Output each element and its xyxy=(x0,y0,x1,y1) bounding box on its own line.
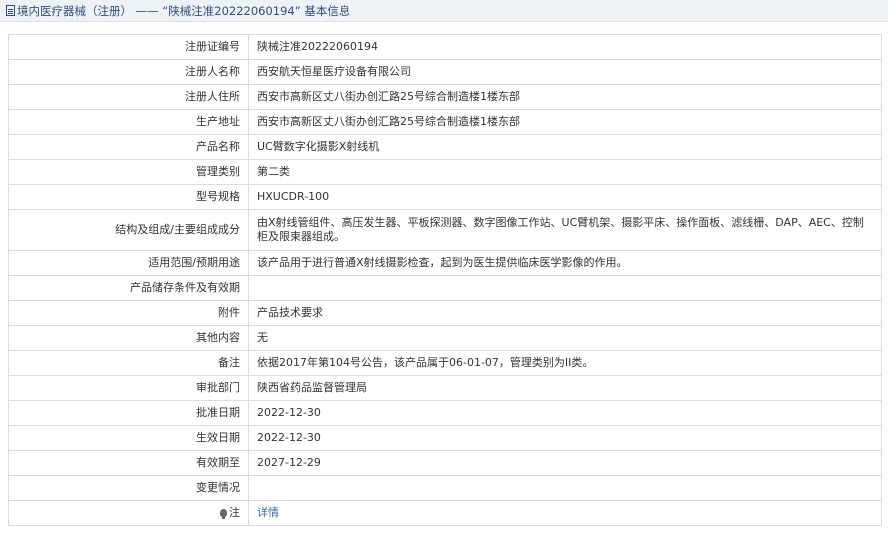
field-label: 型号规格 xyxy=(8,184,249,210)
table-row: 适用范围/预期用途 该产品用于进行普通X射线摄影检查，起到为医生提供临床医学影像的… xyxy=(8,250,882,276)
table-row: 注册人住所 西安市高新区丈八街办创汇路25号综合制造楼1楼东部 xyxy=(8,84,882,110)
field-value xyxy=(248,275,882,301)
field-value: 2022-12-30 xyxy=(248,425,882,451)
field-label: 结构及组成/主要组成成分 xyxy=(8,209,249,251)
table-row: 注册人名称 西安航天恒星医疗设备有限公司 xyxy=(8,59,882,85)
field-label: 变更情况 xyxy=(8,475,249,501)
table-row: 生效日期 2022-12-30 xyxy=(8,425,882,451)
table-row: 型号规格 HXUCDR-100 xyxy=(8,184,882,210)
field-value: 无 xyxy=(248,325,882,351)
field-label: 生产地址 xyxy=(8,109,249,135)
note-label-cell: 注 xyxy=(8,500,249,526)
table-row: 注 详情 xyxy=(8,500,882,526)
details-link[interactable]: 详情 xyxy=(257,506,279,519)
field-value: 2027-12-29 xyxy=(248,450,882,476)
table-row: 管理类别 第二类 xyxy=(8,159,882,185)
bulb-icon xyxy=(220,509,227,519)
table-row: 产品储存条件及有效期 xyxy=(8,275,882,301)
field-value: 西安航天恒星医疗设备有限公司 xyxy=(248,59,882,85)
field-label: 注册证编号 xyxy=(8,34,249,60)
field-value: 2022-12-30 xyxy=(248,400,882,426)
table-row: 注册证编号 陕械注准20222060194 xyxy=(8,34,882,60)
field-value xyxy=(248,475,882,501)
field-label: 管理类别 xyxy=(8,159,249,185)
table-row: 附件 产品技术要求 xyxy=(8,300,882,326)
table-row: 审批部门 陕西省药品监督管理局 xyxy=(8,375,882,401)
page-title: 境内医疗器械（注册） —— “陕械注准20222060194” 基本信息 xyxy=(17,3,351,18)
field-label: 备注 xyxy=(8,350,249,376)
field-value: 该产品用于进行普通X射线摄影检查，起到为医生提供临床医学影像的作用。 xyxy=(248,250,882,276)
field-label: 产品名称 xyxy=(8,134,249,160)
table-row: 生产地址 西安市高新区丈八街办创汇路25号综合制造楼1楼东部 xyxy=(8,109,882,135)
document-icon xyxy=(6,5,15,16)
field-label: 适用范围/预期用途 xyxy=(8,250,249,276)
field-label: 有效期至 xyxy=(8,450,249,476)
table-row: 产品名称 UC臂数字化摄影X射线机 xyxy=(8,134,882,160)
page-header: 境内医疗器械（注册） —— “陕械注准20222060194” 基本信息 xyxy=(0,0,888,22)
field-value: 西安市高新区丈八街办创汇路25号综合制造楼1楼东部 xyxy=(248,109,882,135)
field-value: 依据2017年第104号公告，该产品属于06-01-07，管理类别为II类。 xyxy=(248,350,882,376)
table-row: 备注 依据2017年第104号公告，该产品属于06-01-07，管理类别为II类。 xyxy=(8,350,882,376)
table-row: 变更情况 xyxy=(8,475,882,501)
field-value: UC臂数字化摄影X射线机 xyxy=(248,134,882,160)
field-label: 产品储存条件及有效期 xyxy=(8,275,249,301)
info-table: 注册证编号 陕械注准20222060194 注册人名称 西安航天恒星医疗设备有限公司… xyxy=(8,34,882,526)
field-label: 注册人名称 xyxy=(8,59,249,85)
field-value: 产品技术要求 xyxy=(248,300,882,326)
note-value-cell: 详情 xyxy=(248,500,882,526)
field-value: HXUCDR-100 xyxy=(248,184,882,210)
field-label: 批准日期 xyxy=(8,400,249,426)
field-value: 由X射线管组件、高压发生器、平板探测器、数字图像工作站、UC臂机架、摄影平床、操… xyxy=(248,209,882,251)
table-row: 有效期至 2027-12-29 xyxy=(8,450,882,476)
table-row: 批准日期 2022-12-30 xyxy=(8,400,882,426)
info-table-container: 注册证编号 陕械注准20222060194 注册人名称 西安航天恒星医疗设备有限公司… xyxy=(8,34,882,526)
note-label: 注 xyxy=(229,506,240,519)
field-label: 审批部门 xyxy=(8,375,249,401)
table-row: 其他内容无 xyxy=(8,325,882,351)
field-label: 注册人住所 xyxy=(8,84,249,110)
field-value: 西安市高新区丈八街办创汇路25号综合制造楼1楼东部 xyxy=(248,84,882,110)
field-value: 第二类 xyxy=(248,159,882,185)
field-label: 生效日期 xyxy=(8,425,249,451)
table-row: 结构及组成/主要组成成分 由X射线管组件、高压发生器、平板探测器、数字图像工作站、… xyxy=(8,209,882,251)
field-value: 陕械注准20222060194 xyxy=(248,34,882,60)
field-label: 附件 xyxy=(8,300,249,326)
field-value: 陕西省药品监督管理局 xyxy=(248,375,882,401)
field-label: 其他内容 xyxy=(8,325,249,351)
